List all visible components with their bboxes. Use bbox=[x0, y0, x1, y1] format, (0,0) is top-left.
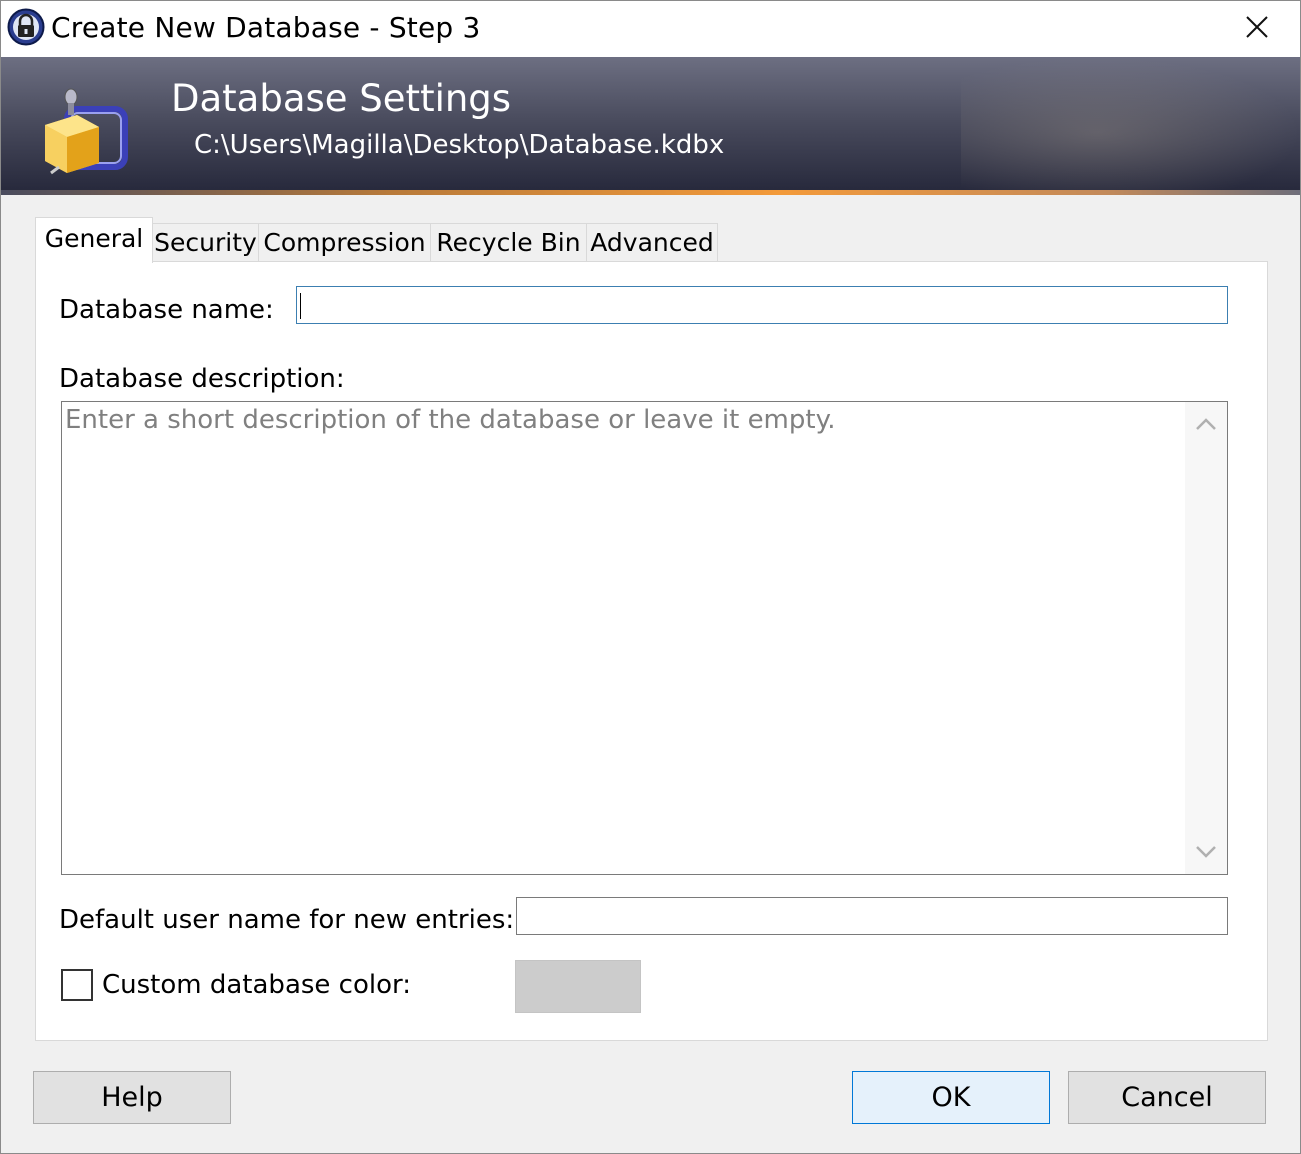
help-button[interactable]: Help bbox=[33, 1071, 231, 1124]
chevron-up-icon bbox=[1196, 418, 1216, 430]
default-user-name-input[interactable] bbox=[516, 897, 1228, 935]
close-button[interactable] bbox=[1231, 1, 1283, 53]
title-bar: Create New Database - Step 3 bbox=[1, 1, 1300, 57]
cancel-button[interactable]: Cancel bbox=[1068, 1071, 1266, 1124]
text-caret bbox=[300, 293, 301, 319]
banner-background-decoration bbox=[961, 57, 1300, 195]
database-name-input[interactable] bbox=[296, 286, 1228, 324]
database-name-label: Database name: bbox=[59, 295, 274, 325]
banner-title: Database Settings bbox=[171, 77, 512, 120]
tab-compression[interactable]: Compression bbox=[258, 223, 431, 261]
tab-advanced[interactable]: Advanced bbox=[586, 223, 718, 261]
description-placeholder: Enter a short description of the databas… bbox=[65, 405, 836, 435]
custom-color-checkbox[interactable] bbox=[61, 969, 93, 1001]
tab-security[interactable]: Security bbox=[152, 223, 259, 261]
tab-recycle-bin[interactable]: Recycle Bin bbox=[430, 223, 587, 261]
scroll-up-button[interactable] bbox=[1185, 404, 1227, 444]
tab-general[interactable]: General bbox=[35, 217, 153, 263]
default-user-name-label: Default user name for new entries: bbox=[59, 905, 515, 935]
close-icon bbox=[1246, 16, 1268, 38]
keepass-database-icon bbox=[37, 77, 133, 177]
database-path: C:\Users\Magilla\Desktop\Database.kdbx bbox=[194, 130, 725, 160]
database-description-textarea[interactable]: Enter a short description of the databas… bbox=[61, 401, 1228, 875]
keepass-lock-icon bbox=[7, 8, 45, 46]
database-description-label: Database description: bbox=[59, 364, 345, 394]
settings-tabs: General Security Compression Recycle Bin… bbox=[35, 217, 735, 263]
window-title: Create New Database - Step 3 bbox=[51, 11, 481, 44]
dialog-window: Create New Database - Step 3 Database Se… bbox=[0, 0, 1301, 1154]
scroll-down-button[interactable] bbox=[1185, 832, 1227, 872]
color-picker-button[interactable] bbox=[515, 960, 641, 1013]
description-scrollbar[interactable] bbox=[1185, 402, 1227, 874]
ok-button[interactable]: OK bbox=[852, 1071, 1050, 1124]
chevron-down-icon bbox=[1196, 846, 1216, 858]
custom-color-label: Custom database color: bbox=[102, 970, 412, 1000]
header-banner: Database Settings C:\Users\Magilla\Deskt… bbox=[1, 57, 1300, 195]
